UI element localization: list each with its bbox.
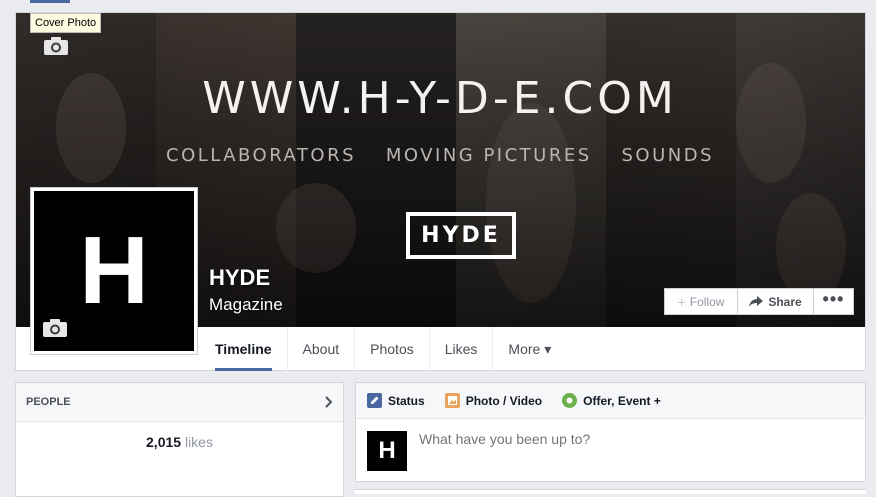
cover-logo: HYDE <box>406 212 516 259</box>
tab-photos[interactable]: Photos <box>355 327 430 371</box>
avatar: H <box>367 431 407 471</box>
composer-tab-photo-video-label: Photo / Video <box>465 393 543 408</box>
likes-count: 2,015 <box>146 434 182 450</box>
next-card-edge <box>355 489 866 494</box>
offer-icon <box>562 393 578 408</box>
page-title[interactable]: HYDE <box>209 265 270 291</box>
composer-tab-offer-event[interactable]: Offer, Event + <box>562 393 661 408</box>
plus-icon: + <box>677 293 686 310</box>
page-category: Magazine <box>209 295 283 314</box>
post-composer: Status Photo / Video Offer, Event + H <box>355 382 866 482</box>
composer-tab-photo-video[interactable]: Photo / Video <box>444 393 543 408</box>
share-button[interactable]: Share <box>738 288 814 315</box>
photo-icon <box>444 393 460 408</box>
top-strip <box>0 0 876 5</box>
cover-link-moving-pictures: MOVING PICTURES <box>385 145 592 166</box>
likes-summary: 2,015 likes <box>16 422 343 450</box>
composer-body: H <box>356 419 865 483</box>
tab-about[interactable]: About <box>288 327 356 371</box>
top-tab-indicator <box>30 0 70 3</box>
composer-tab-status[interactable]: Status <box>367 393 425 408</box>
share-label: Share <box>768 294 802 309</box>
cover-link-collaborators: COLLABORATORS <box>166 145 357 166</box>
camera-icon[interactable] <box>43 36 69 56</box>
page-action-bar: + Follow Share ••• <box>664 288 854 315</box>
composer-tab-status-label: Status <box>388 393 425 408</box>
share-arrow-icon <box>749 296 764 307</box>
likes-label: likes <box>184 434 213 450</box>
tab-more[interactable]: More ▾ <box>493 327 566 371</box>
page-tabs: Timeline About Photos Likes More ▾ <box>200 327 566 371</box>
tab-timeline[interactable]: Timeline <box>200 327 288 371</box>
status-input[interactable] <box>419 431 819 447</box>
chevron-right-icon[interactable] <box>325 396 333 408</box>
people-title: PEOPLE <box>26 396 71 408</box>
tab-likes[interactable]: Likes <box>430 327 494 371</box>
cover-nav-links: COLLABORATORS MOVING PICTURES SOUNDS <box>166 145 714 166</box>
pencil-icon <box>367 393 382 408</box>
people-card: PEOPLE 2,015 likes <box>15 382 344 497</box>
people-header[interactable]: PEOPLE <box>16 383 343 422</box>
more-options-button[interactable]: ••• <box>814 288 854 315</box>
cover-site-url: WWW.H-Y-D-E.COM <box>202 73 678 124</box>
cover-photo-tooltip: Cover Photo <box>30 13 102 33</box>
follow-label: Follow <box>689 294 725 309</box>
cover-link-sounds: SOUNDS <box>621 145 714 166</box>
follow-button[interactable]: + Follow <box>664 288 738 315</box>
camera-icon[interactable] <box>42 318 68 338</box>
composer-tab-offer-event-label: Offer, Event + <box>583 393 661 408</box>
composer-tabs: Status Photo / Video Offer, Event + <box>356 383 865 419</box>
cover-logo-text: HYDE <box>421 223 501 248</box>
